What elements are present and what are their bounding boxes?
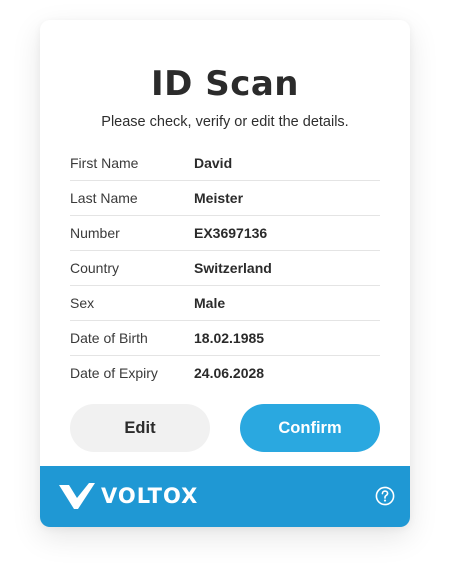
- detail-label: Last Name: [70, 190, 138, 206]
- voltox-v-icon: [59, 483, 95, 509]
- detail-row-last-name: Last Name Meister: [70, 181, 380, 216]
- detail-value: EX3697136: [194, 225, 268, 241]
- detail-value: 18.02.1985: [194, 330, 265, 346]
- detail-row-country: Country Switzerland: [70, 251, 380, 286]
- detail-value: Switzerland: [194, 260, 272, 276]
- page-title: ID Scan: [151, 64, 299, 104]
- detail-label: Sex: [70, 295, 95, 311]
- detail-row-sex: Sex Male: [70, 286, 380, 321]
- confirm-button[interactable]: Confirm: [240, 404, 380, 452]
- detail-row-number: Number EX3697136: [70, 216, 380, 251]
- details-list: First Name David Last Name Meister Numbe…: [70, 146, 380, 390]
- detail-value: Male: [194, 295, 226, 311]
- detail-row-date-of-birth: Date of Birth 18.02.1985: [70, 321, 380, 356]
- detail-label: Date of Birth: [70, 330, 148, 346]
- detail-value: 24.06.2028: [194, 365, 265, 381]
- detail-label: Date of Expiry: [70, 365, 158, 381]
- footer-bar: VOLTOX: [40, 466, 410, 527]
- voltox-logo: VOLTOX: [59, 483, 198, 509]
- detail-value: Meister: [194, 190, 244, 206]
- detail-value: David: [194, 155, 233, 171]
- detail-label: First Name: [70, 155, 139, 171]
- detail-label: Country: [70, 260, 120, 276]
- detail-label: Number: [70, 225, 120, 241]
- id-scan-card: ID Scan Please check, verify or edit the…: [40, 20, 410, 527]
- page-subtitle: Please check, verify or edit the details…: [101, 114, 349, 130]
- edit-button[interactable]: Edit: [70, 404, 210, 452]
- detail-row-date-of-expiry: Date of Expiry 24.06.2028: [70, 356, 380, 390]
- help-icon[interactable]: [375, 486, 395, 506]
- brand-name: VOLTOX: [101, 484, 199, 508]
- detail-row-first-name: First Name David: [70, 146, 380, 181]
